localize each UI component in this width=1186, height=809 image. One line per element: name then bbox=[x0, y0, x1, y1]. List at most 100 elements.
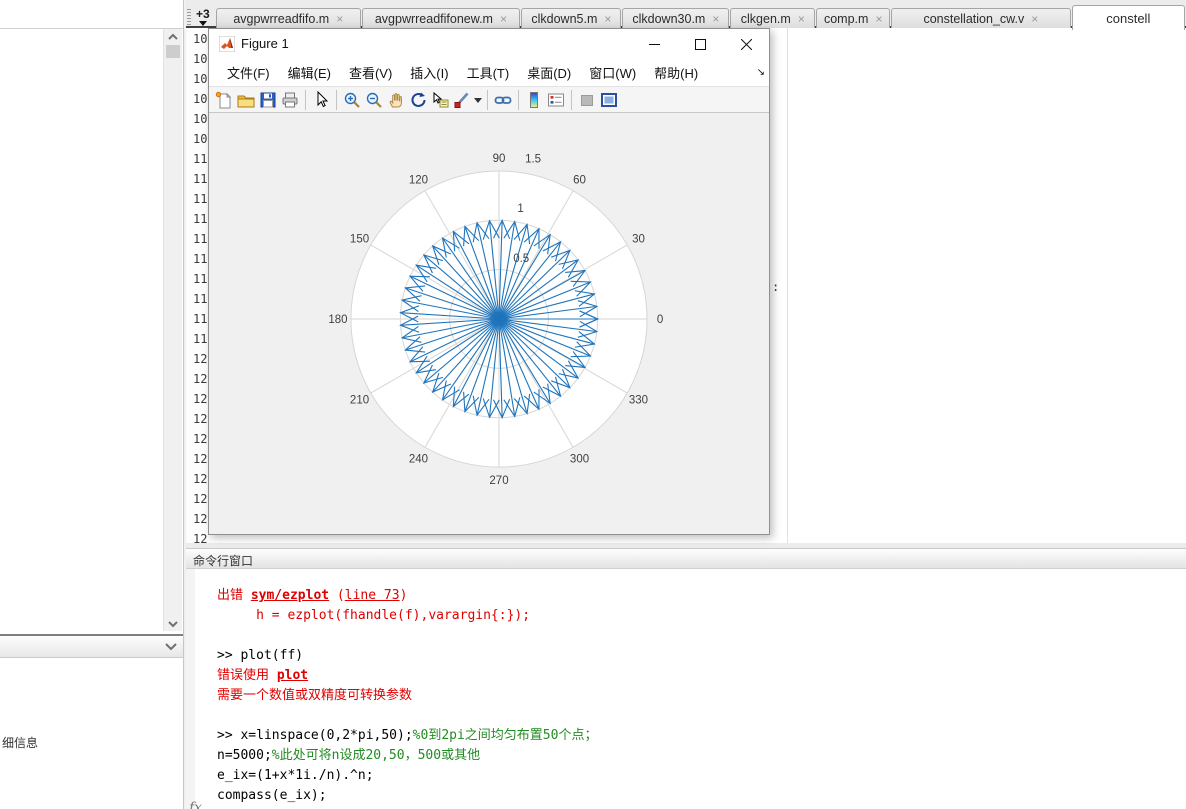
menu-w[interactable]: 窗口(W) bbox=[581, 60, 644, 85]
command-text: ) bbox=[399, 588, 408, 603]
fx-prompt-icon: fx bbox=[189, 800, 203, 809]
command-text: %0到2pi之间均匀布置50个点； bbox=[412, 728, 598, 743]
details-section-header[interactable] bbox=[0, 636, 183, 658]
error-link[interactable]: plot bbox=[277, 668, 308, 683]
menu-h[interactable]: 帮助(H) bbox=[646, 60, 706, 85]
left-panel-scrollbar[interactable] bbox=[163, 29, 182, 631]
link-plots-button[interactable] bbox=[492, 89, 514, 111]
pointer-button[interactable] bbox=[310, 89, 332, 111]
toolbar-separator bbox=[336, 89, 337, 110]
tab-label: avgpwrreadfifo.m bbox=[233, 11, 330, 26]
tab-close-icon[interactable]: × bbox=[604, 13, 611, 25]
tab-label: constellation_cw.v bbox=[923, 11, 1025, 26]
menu-t[interactable]: 工具(T) bbox=[459, 60, 518, 85]
blank-square-button[interactable] bbox=[576, 89, 598, 111]
grip-icon bbox=[187, 9, 191, 25]
editor-tab-comp-m[interactable]: comp.m × bbox=[816, 8, 891, 28]
print-button[interactable] bbox=[279, 89, 301, 111]
brush-button[interactable] bbox=[451, 89, 473, 111]
compass-plot: 0 30 60 90 120 150 180 210 240 270 300 330 0.5 1 1.5 bbox=[328, 153, 663, 487]
open-folder-button[interactable] bbox=[235, 89, 257, 111]
close-button[interactable] bbox=[723, 29, 769, 59]
new-document-button[interactable] bbox=[213, 89, 235, 111]
maximize-button[interactable] bbox=[677, 29, 723, 59]
scrollbar-thumb[interactable] bbox=[166, 45, 180, 58]
editor-tab-clkgen-m[interactable]: clkgen.m × bbox=[730, 8, 816, 28]
matlab-desktop: 细信息 +3 avgpwrreadfifo.m × avgpwrreadfifone… bbox=[0, 0, 1186, 809]
tab-label: clkdown5.m bbox=[531, 11, 598, 26]
zoom-in-button[interactable] bbox=[341, 89, 363, 111]
editor-tabstrip: +3 avgpwrreadfifo.m × avgpwrreadfifonew.m ×… bbox=[186, 5, 1186, 30]
error-link[interactable]: sym/ezplot bbox=[251, 588, 329, 603]
angle-tick-label: 330 bbox=[629, 395, 648, 407]
figure-titlebar[interactable]: Figure 1 bbox=[209, 29, 769, 59]
command-text: >> plot(ff) bbox=[217, 648, 304, 663]
toolbar-separator bbox=[487, 89, 488, 110]
menu-f[interactable]: 文件(F) bbox=[219, 60, 278, 85]
command-text: compass(e_ix); bbox=[217, 788, 327, 803]
command-line: 错误使用 plot bbox=[217, 666, 597, 686]
angle-tick-label: 0 bbox=[657, 314, 663, 326]
editor-tab-avgpwrreadfifonew-m[interactable]: avgpwrreadfifonew.m × bbox=[361, 8, 521, 28]
figure-window[interactable]: Figure 1 文件(F) 编辑(E) 查看(V) 插入(I) 工具(T) 桌面(D) 窗… bbox=[208, 28, 770, 535]
editor-tab-constellation-cw-v[interactable]: constellation_cw.v × bbox=[891, 8, 1071, 28]
command-window-header[interactable]: 命令行窗口 bbox=[186, 548, 1186, 569]
scroll-up-icon[interactable] bbox=[164, 29, 182, 44]
tab-label: clkdown30.m bbox=[632, 11, 706, 26]
tab-close-icon[interactable]: × bbox=[1031, 13, 1038, 25]
zoom-out-button[interactable] bbox=[363, 89, 385, 111]
data-cursor-button[interactable] bbox=[429, 89, 451, 111]
command-line: compass(e_ix); bbox=[217, 786, 597, 806]
angle-tick-label: 30 bbox=[632, 233, 645, 245]
figure-canvas: 0 30 60 90 120 150 180 210 240 270 300 330 0.5 1 1.5 bbox=[209, 113, 769, 534]
command-text: n=5000; bbox=[217, 748, 272, 763]
chevron-down-icon[interactable] bbox=[165, 640, 177, 654]
error-link[interactable]: line 73 bbox=[345, 588, 400, 603]
menu-overflow-icon[interactable]: ↘ bbox=[757, 67, 765, 78]
tab-close-icon[interactable]: × bbox=[500, 13, 507, 25]
command-window-title: 命令行窗口 bbox=[193, 554, 254, 568]
colorbar-button[interactable] bbox=[523, 89, 545, 111]
command-line: 出错 sym/ezplot (line 73) bbox=[217, 586, 597, 606]
tab-close-icon[interactable]: × bbox=[875, 13, 882, 25]
angle-tick-label: 180 bbox=[328, 314, 347, 326]
menu-e[interactable]: 编辑(E) bbox=[280, 60, 339, 85]
toolbar-separator bbox=[571, 89, 572, 110]
tab-label: comp.m bbox=[823, 11, 869, 26]
editor-tab-avgpwrreadfifo-m[interactable]: avgpwrreadfifo.m × bbox=[216, 8, 361, 28]
chevron-down-icon bbox=[199, 21, 207, 26]
tab-close-icon[interactable]: × bbox=[712, 13, 719, 25]
editor-tab-clkdown30-m[interactable]: clkdown30.m × bbox=[622, 8, 730, 28]
menu-i[interactable]: 插入(I) bbox=[402, 60, 456, 85]
editor-tab-clkdown5-m[interactable]: clkdown5.m × bbox=[521, 8, 622, 28]
command-text: 需要一个数值或双精度可转换参数 bbox=[217, 688, 413, 703]
angle-tick-label: 120 bbox=[409, 175, 428, 187]
tab-label: avgpwrreadfifonew.m bbox=[374, 11, 493, 26]
editor-tab-constell[interactable]: constell bbox=[1071, 5, 1185, 30]
radius-tick-label: 0.5 bbox=[513, 253, 529, 265]
details-section: 细信息 bbox=[0, 658, 183, 809]
dock-figure-button[interactable] bbox=[598, 89, 620, 111]
pan-hand-button[interactable] bbox=[385, 89, 407, 111]
legend-button[interactable] bbox=[545, 89, 567, 111]
command-line bbox=[217, 706, 597, 726]
dropdown-icon[interactable] bbox=[473, 89, 483, 111]
left-panel-header bbox=[0, 0, 183, 29]
minimize-button[interactable] bbox=[631, 29, 677, 59]
save-button[interactable] bbox=[257, 89, 279, 111]
command-window-gutter bbox=[186, 569, 195, 809]
tab-close-icon[interactable]: × bbox=[336, 13, 343, 25]
current-folder-panel: 细信息 bbox=[0, 0, 183, 809]
angle-tick-label: 150 bbox=[350, 233, 369, 245]
rotate-3d-button[interactable] bbox=[407, 89, 429, 111]
right-margin-line bbox=[787, 28, 788, 543]
angle-tick-label: 210 bbox=[350, 395, 369, 407]
tab-overflow-button[interactable]: +3 bbox=[186, 7, 216, 28]
tab-close-icon[interactable]: × bbox=[798, 13, 805, 25]
scroll-down-icon[interactable] bbox=[164, 616, 182, 631]
command-line: n=5000;%此处可将n设成20,50，500或其他 bbox=[217, 746, 597, 766]
menu-v[interactable]: 查看(V) bbox=[341, 60, 400, 85]
details-label: 细信息 bbox=[2, 736, 39, 750]
menu-d[interactable]: 桌面(D) bbox=[519, 60, 579, 85]
command-window[interactable]: 出错 sym/ezplot (line 73) h = ezplot(fhand… bbox=[186, 569, 1186, 809]
